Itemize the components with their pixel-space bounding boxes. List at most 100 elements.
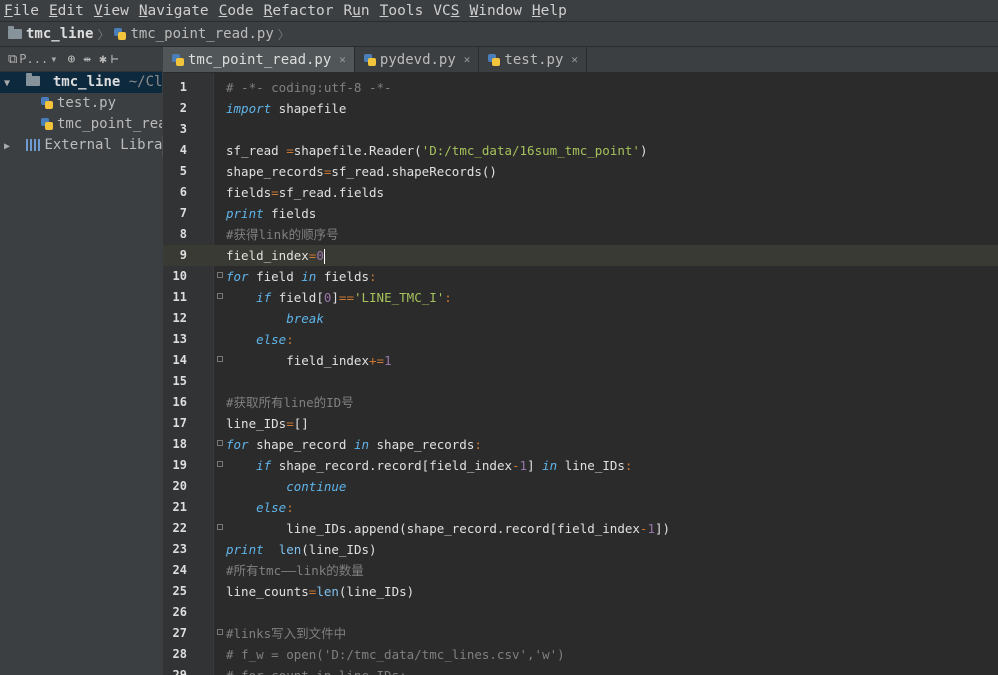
code-text: line_counts=len(line_IDs) [226, 584, 415, 599]
code-line[interactable]: 21 else: [163, 497, 998, 518]
line-number: 19 [172, 458, 187, 472]
code-text: if shape_record.record[field_index-1] in… [256, 458, 633, 473]
tree-item-file[interactable]: tmc_point_rea [40, 114, 162, 135]
fold-marker-icon[interactable] [217, 272, 223, 278]
code-text: line_IDs.append(shape_record.record[fiel… [226, 521, 671, 536]
fold-marker-icon[interactable] [217, 293, 223, 299]
code-line[interactable]: 5 shape_records=sf_read.shapeRecords() [163, 161, 998, 182]
line-number: 17 [172, 416, 187, 430]
fold-marker-icon[interactable] [217, 461, 223, 467]
code-line[interactable]: 28 # f_w = open('D:/tmc_data/tmc_lines.cs… [163, 644, 998, 665]
close-icon[interactable]: ✕ [571, 53, 578, 66]
code-line[interactable]: 8 #获得link的顺序号 [163, 224, 998, 245]
expand-arrow-icon[interactable]: ▼ [0, 73, 14, 94]
tree-item-root[interactable]: ▼ tmc_line ~/Clo [0, 72, 162, 93]
project-view-icon[interactable]: ⧉ [8, 52, 17, 67]
code-line[interactable]: 23 print len(line_IDs) [163, 539, 998, 560]
menu-view[interactable]: View [90, 1, 135, 21]
menu-help[interactable]: Help [528, 1, 573, 21]
menu-code[interactable]: Code [215, 1, 260, 21]
code-line[interactable]: 9 field_index=0 [163, 245, 998, 266]
fold-marker-icon[interactable] [217, 629, 223, 635]
line-number: 16 [172, 395, 187, 409]
code-line[interactable]: 25 line_counts=len(line_IDs) [163, 581, 998, 602]
folder-icon [8, 26, 22, 39]
code-line[interactable]: 6 fields=sf_read.fields [163, 182, 998, 203]
fold-marker-icon[interactable] [217, 524, 223, 530]
code-line[interactable]: 20 continue [163, 476, 998, 497]
gear-icon[interactable]: ✱ [99, 52, 107, 67]
breadcrumb-file[interactable]: tmc_point_read.py [130, 26, 273, 42]
python-file-icon [40, 96, 54, 110]
code-text: else: [256, 332, 294, 347]
chevron-down-icon[interactable]: ▾ [50, 52, 57, 66]
menu-edit[interactable]: Edit [45, 1, 90, 21]
code-line[interactable]: 13 else: [163, 329, 998, 350]
close-icon[interactable]: ✕ [339, 53, 346, 66]
tab-tmc_point_read-py[interactable]: tmc_point_read.py ✕ [163, 47, 355, 72]
line-number: 20 [172, 479, 187, 493]
tree-external-label: External Libraries [44, 137, 162, 153]
line-number: 9 [179, 248, 187, 262]
code-line[interactable]: 7 print fields [163, 203, 998, 224]
code-text: import shapefile [226, 101, 347, 116]
code-text: if field[0]=='LINE_TMC_I': [256, 290, 452, 305]
scroll-from-source-icon[interactable]: ⊕ [67, 52, 75, 67]
line-number: 11 [172, 290, 187, 304]
code-line[interactable]: 27 #links写入到文件中 [163, 623, 998, 644]
code-text: print len(line_IDs) [226, 542, 377, 557]
menu-vcs[interactable]: VCS [429, 1, 465, 21]
code-line[interactable]: 26 [163, 602, 998, 623]
line-number: 18 [172, 437, 187, 451]
code-line[interactable]: 24 #所有tmc——link的数量 [163, 560, 998, 581]
line-number: 12 [172, 311, 187, 325]
collapse-arrow-icon[interactable]: ▶ [0, 136, 14, 157]
editor-tabs: tmc_point_read.py ✕ pydevd.py ✕ test.py ✕ [163, 47, 998, 73]
tree-item-file[interactable]: test.py [40, 93, 116, 114]
python-file-icon [113, 27, 127, 41]
tab-pydevd-py[interactable]: pydevd.py ✕ [355, 47, 480, 72]
code-text: #获得link的顺序号 [226, 227, 339, 242]
code-line[interactable]: 19 if shape_record.record[field_index-1]… [163, 455, 998, 476]
code-line[interactable]: 12 break [163, 308, 998, 329]
code-line[interactable]: 15 [163, 371, 998, 392]
hide-panel-icon[interactable]: ⊢ [111, 52, 119, 67]
code-line[interactable]: 3 [163, 119, 998, 140]
menu-navigate[interactable]: Navigate [135, 1, 215, 21]
code-line[interactable]: 4 sf_read =shapefile.Reader('D:/tmc_data/… [163, 140, 998, 161]
code-line[interactable]: 11 if field[0]=='LINE_TMC_I': [163, 287, 998, 308]
code-line[interactable]: 14 field_index+=1 [163, 350, 998, 371]
menu-tools[interactable]: Tools [376, 1, 430, 21]
breadcrumb-project[interactable]: tmc_line [26, 26, 93, 42]
collapse-all-icon[interactable]: ⇹ [83, 52, 91, 67]
code-editor[interactable]: 1 # -*- coding:utf-8 -*- 2 import shapefile… [163, 73, 998, 675]
line-number: 23 [172, 542, 187, 556]
code-line[interactable]: 1 # -*- coding:utf-8 -*- [163, 77, 998, 98]
line-number: 1 [179, 80, 187, 94]
code-line[interactable]: 22 line_IDs.append(shape_record.record[f… [163, 518, 998, 539]
menu-run[interactable]: Run [339, 1, 375, 21]
code-line[interactable]: 18 for shape_record in shape_records: [163, 434, 998, 455]
code-line[interactable]: 17 line_IDs=[] [163, 413, 998, 434]
tree-file-label: test.py [57, 95, 117, 111]
fold-marker-icon[interactable] [217, 356, 223, 362]
menu-window[interactable]: Window [466, 1, 528, 21]
code-line[interactable]: 2 import shapefile [163, 98, 998, 119]
tree-root-path: ~/Clo [128, 74, 162, 90]
tree-item-external-libraries[interactable]: ▶ External Libraries [0, 135, 162, 156]
close-icon[interactable]: ✕ [464, 53, 471, 66]
code-text: for field in fields: [226, 269, 377, 284]
project-view-label[interactable]: P... [19, 52, 48, 66]
code-line[interactable]: 29 # for count in line_IDs: [163, 665, 998, 675]
menu-file[interactable]: File [0, 1, 45, 21]
menu-refactor[interactable]: Refactor [260, 1, 340, 21]
library-icon [26, 139, 41, 151]
code-line[interactable]: 16 #获取所有line的ID号 [163, 392, 998, 413]
tree-root-label: tmc_line [52, 74, 121, 90]
line-number: 6 [179, 185, 187, 199]
tab-test-py[interactable]: test.py ✕ [479, 47, 588, 72]
fold-marker-icon[interactable] [217, 440, 223, 446]
code-text: sf_read =shapefile.Reader('D:/tmc_data/1… [226, 143, 648, 158]
breadcrumb-separator: 〉 [97, 27, 110, 42]
code-line[interactable]: 10 for field in fields: [163, 266, 998, 287]
